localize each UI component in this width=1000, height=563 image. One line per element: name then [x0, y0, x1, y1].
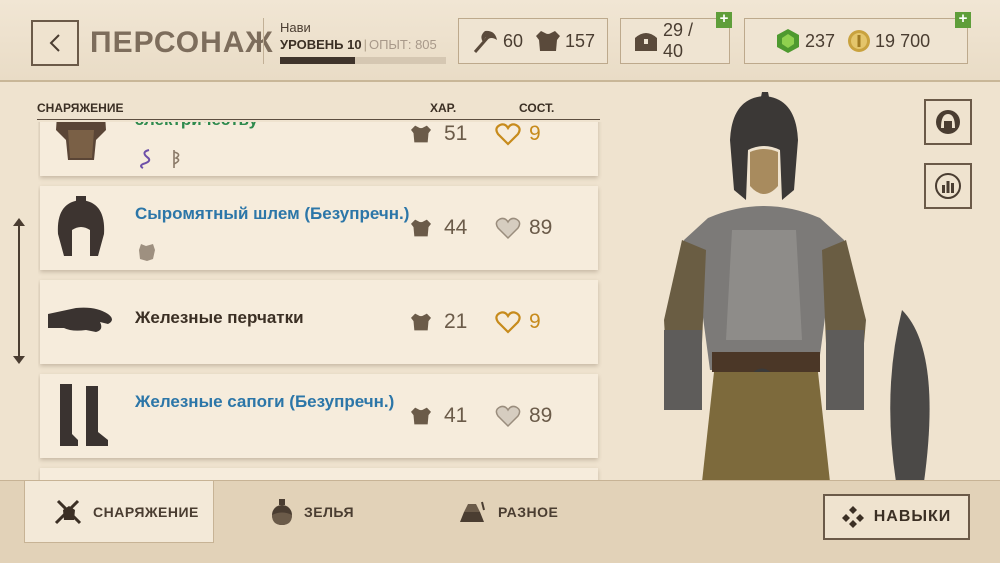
- stats-button[interactable]: [924, 163, 972, 209]
- skills-button-label: НАВЫКИ: [873, 508, 952, 525]
- level-info: УРОВЕНЬ 10 | ОПЫТ: 805: [280, 37, 437, 52]
- character-model[interactable]: [612, 90, 942, 482]
- armor-icon: [535, 29, 561, 53]
- character-name: Нави: [280, 20, 311, 35]
- xp-progress-bar: [280, 57, 446, 64]
- item-name: Сыромятный шлем (Безупречн.): [135, 204, 410, 223]
- armor-icon: [411, 125, 431, 143]
- inventory-box[interactable]: 29 / 40: [620, 18, 730, 64]
- condition-heart-icon: [495, 217, 521, 240]
- list-item[interactable]: Сыромятный шлем (Безупречн.) 44 89: [40, 186, 598, 270]
- defense-value: 157: [565, 30, 596, 51]
- gloves-item-thumbnail: [48, 307, 112, 332]
- list-item[interactable]: Железные перчатки 21 9: [40, 280, 598, 364]
- combat-stats-box[interactable]: 60 157: [458, 18, 608, 64]
- item-armor-value: 44: [444, 216, 468, 239]
- chest-icon: [633, 30, 659, 52]
- divider: [263, 18, 264, 64]
- leather-material-icon: [139, 244, 155, 261]
- column-condition: СОСТ.: [519, 101, 555, 115]
- item-name: электричеству: [135, 122, 258, 130]
- helmet-icon: [936, 110, 960, 134]
- chevron-left-icon: [49, 34, 60, 52]
- back-button[interactable]: [31, 20, 79, 66]
- attack-value: 60: [503, 30, 524, 51]
- boots-item-thumbnail: [60, 384, 108, 446]
- item-name: Железные сапоги (Безупречн.): [135, 392, 395, 411]
- column-stat: ХАР.: [430, 101, 457, 115]
- armor-icon: [411, 313, 431, 331]
- level-label: УРОВЕНЬ 10: [280, 37, 362, 52]
- list-item[interactable]: электричеству 51 9: [40, 122, 598, 176]
- list-header: СНАРЯЖЕНИЕ ХАР. СОСТ.: [37, 100, 600, 120]
- item-armor-value: 51: [444, 122, 468, 145]
- tab-misc[interactable]: РАЗНОЕ: [456, 481, 558, 543]
- crossed-weapons-icon: [53, 498, 83, 526]
- coin-icon: [847, 29, 871, 53]
- item-name: Железные перчатки: [135, 308, 304, 327]
- currency-box[interactable]: 237 19 700: [744, 18, 968, 64]
- axe-icon: [471, 28, 499, 54]
- item-condition-value: 9: [529, 122, 541, 145]
- diamond-cluster-icon: [841, 506, 864, 528]
- item-armor-value: 41: [444, 404, 468, 427]
- armor-icon: [411, 407, 431, 425]
- tab-equipment[interactable]: СНАРЯЖЕНИЕ: [24, 481, 214, 543]
- skills-button[interactable]: НАВЫКИ: [823, 494, 970, 540]
- gems-value: 237: [805, 30, 836, 51]
- item-condition-value: 9: [529, 310, 541, 333]
- appearance-button[interactable]: [924, 99, 972, 145]
- helmet-item-thumbnail: [57, 196, 105, 256]
- gem-icon: [775, 28, 801, 54]
- potion-icon: [270, 498, 294, 526]
- rune-enchant-icon: [173, 150, 180, 168]
- condition-heart-icon: [495, 311, 521, 334]
- tab-equipment-label: СНАРЯЖЕНИЕ: [93, 503, 199, 520]
- bottom-bar: СНАРЯЖЕНИЕ ЗЕЛЬЯ РАЗНОЕ НАВЫКИ: [0, 480, 1000, 563]
- tab-misc-label: РАЗНОЕ: [498, 504, 559, 520]
- item-condition-value: 89: [529, 216, 553, 239]
- ingot-icon: [456, 500, 488, 524]
- list-item[interactable]: [40, 468, 598, 480]
- tab-potions-label: ЗЕЛЬЯ: [304, 504, 355, 520]
- xp-label: ОПЫТ: 805: [368, 37, 437, 52]
- inventory-value: 29 / 40: [663, 20, 694, 61]
- add-inventory-button[interactable]: +: [716, 11, 732, 28]
- item-armor-value: 21: [444, 310, 468, 333]
- condition-heart-icon: [495, 405, 521, 428]
- tab-potions[interactable]: ЗЕЛЬЯ: [270, 481, 354, 543]
- column-equipment: СНАРЯЖЕНИЕ: [37, 101, 124, 115]
- armor-icon: [411, 219, 431, 237]
- add-currency-button[interactable]: +: [955, 11, 971, 28]
- xp-progress-fill: [280, 57, 355, 64]
- serpent-enchant-icon: [140, 149, 151, 169]
- equipment-list[interactable]: электричеству 51 9 Сыромятный шлем (Безу…: [38, 122, 602, 480]
- level-separator: |: [363, 37, 367, 52]
- armor-item-thumbnail: [56, 122, 106, 160]
- page-title: ПЕРСОНАЖ: [90, 26, 274, 59]
- scrollbar[interactable]: [13, 218, 25, 364]
- bar-chart-icon: [935, 173, 961, 199]
- gold-value: 19 700: [875, 30, 931, 51]
- item-condition-value: 89: [529, 404, 553, 427]
- list-item[interactable]: Железные сапоги (Безупречн.) 41 89: [40, 374, 598, 458]
- top-bar: ПЕРСОНАЖ Нави УРОВЕНЬ 10 | ОПЫТ: 805 60 15…: [0, 0, 1000, 82]
- condition-heart-icon: [495, 123, 521, 146]
